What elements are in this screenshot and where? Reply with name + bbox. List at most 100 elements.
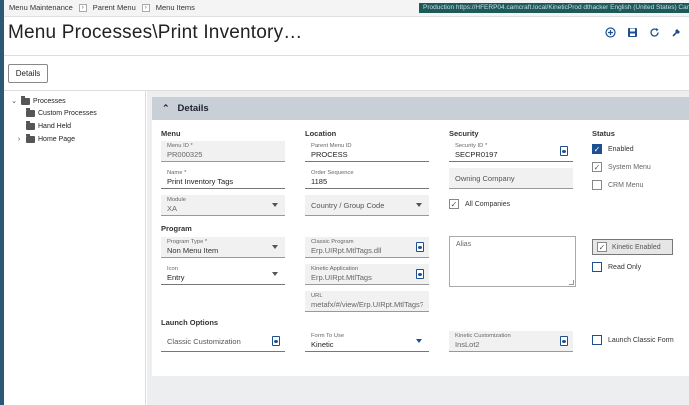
classic-customization-field[interactable]: Classic Customization — [161, 331, 285, 352]
chevron-down-icon[interactable] — [272, 245, 278, 249]
breadcrumb-item-menu-items[interactable]: Menu Items — [156, 3, 195, 12]
checkmark-icon[interactable]: ✓ — [449, 199, 459, 209]
parent-menu-id-field[interactable]: Parent Menu ID PROCESS — [305, 141, 429, 162]
menu-tree: ⌄ Processes Custom Processes Hand Held ›… — [4, 91, 146, 405]
breadcrumb-item-parent-menu[interactable]: Parent Menu — [93, 3, 136, 12]
save-icon[interactable] — [626, 26, 639, 39]
name-field[interactable]: Name * Print Inventory Tags — [161, 168, 285, 189]
section-status: Status — [592, 129, 615, 138]
checkbox-label: Read Only — [608, 263, 642, 271]
section-security: Security — [449, 129, 479, 138]
field-label: Kinetic Customization — [455, 333, 511, 339]
tree-node-custom-processes[interactable]: Custom Processes — [26, 108, 97, 117]
field-value: metafx/#/view/Erp.UIRpt.MtlTags?la... — [311, 300, 423, 309]
breadcrumb-item-menu-maintenance[interactable]: Menu Maintenance — [9, 3, 73, 12]
add-icon[interactable] — [604, 26, 617, 39]
kinetic-enabled-checkbox[interactable]: ✓ Kinetic Enabled — [592, 239, 673, 255]
tree-node-processes[interactable]: ⌄ Processes — [10, 95, 66, 105]
checkmark-icon[interactable]: ✓ — [597, 242, 607, 252]
lookup-icon[interactable] — [560, 146, 568, 156]
owning-company-field: Owning Company — [449, 168, 573, 189]
clear-icon[interactable] — [670, 26, 683, 39]
header-divider — [4, 55, 689, 56]
field-label: Menu ID * — [167, 143, 193, 149]
lookup-icon[interactable] — [416, 269, 424, 279]
field-value[interactable]: Print Inventory Tags — [167, 177, 279, 187]
launch-classic-form-checkbox[interactable]: Launch Classic Form — [592, 335, 674, 345]
details-card: Menu Location Security Status Menu ID * … — [152, 120, 689, 376]
page-title: Menu Processes\Print Inventory… — [8, 22, 303, 43]
tree-node-label: Home Page — [38, 136, 75, 143]
tree-node-hand-held[interactable]: Hand Held — [26, 121, 72, 130]
details-panel: ⌃ Details Menu Location Security Status … — [147, 91, 689, 405]
enabled-checkbox[interactable]: ✓ Enabled — [592, 144, 634, 154]
checkbox-label: Enabled — [608, 145, 634, 153]
icon-select[interactable]: Icon Entry — [161, 264, 285, 285]
section-location: Location — [305, 129, 337, 138]
field-value: Erp.UIRpt.MtlTags.dll — [311, 246, 382, 255]
field-label: Module — [167, 197, 187, 203]
field-value: XA — [167, 204, 178, 213]
details-panel-header[interactable]: ⌃ Details — [152, 97, 689, 120]
chevron-right-icon[interactable]: › — [15, 136, 23, 143]
field-value: InsLot2 — [455, 340, 480, 349]
kinetic-application-field: Kinetic Application Erp.UIRpt.MtlTags — [305, 264, 429, 285]
checkmark-icon[interactable]: ✓ — [592, 162, 602, 172]
url-field: URL metafx/#/view/Erp.UIRpt.MtlTags?la..… — [305, 291, 429, 312]
chevron-down-icon[interactable] — [272, 272, 278, 276]
checkbox-box[interactable] — [592, 335, 602, 345]
refresh-icon[interactable] — [648, 26, 661, 39]
country-group-code-select[interactable]: Country / Group Code — [305, 195, 429, 216]
kinetic-customization-field: Kinetic Customization InsLot2 — [449, 331, 573, 352]
tree-node-label: Hand Held — [38, 123, 72, 130]
field-placeholder: Country / Group Code — [311, 201, 385, 210]
module-select[interactable]: Module XA — [161, 195, 285, 216]
field-value[interactable]: Entry — [167, 273, 279, 283]
order-sequence-field[interactable]: Order Sequence 1185 — [305, 168, 429, 189]
system-menu-checkbox[interactable]: ✓ System Menu — [592, 162, 651, 172]
field-value[interactable]: SECPR0197 — [455, 150, 567, 160]
tree-node-home-page[interactable]: › Home Page — [15, 134, 75, 143]
form-to-use-select[interactable]: Form To Use Kinetic — [305, 331, 429, 352]
checkbox-box[interactable] — [592, 180, 602, 190]
field-value: Erp.UIRpt.MtlTags — [311, 273, 372, 282]
crm-menu-checkbox[interactable]: CRM Menu — [592, 180, 643, 190]
field-value[interactable]: PROCESS — [311, 150, 423, 160]
lookup-icon[interactable] — [416, 242, 424, 252]
resize-handle-icon[interactable] — [569, 280, 574, 285]
header-actions — [604, 26, 683, 39]
details-button[interactable]: Details — [8, 64, 48, 83]
tree-node-label: Processes — [33, 97, 66, 105]
checkbox-box[interactable] — [592, 262, 602, 272]
folder-icon — [26, 134, 35, 143]
menu-id-field: Menu ID * PR000325 — [161, 141, 285, 162]
chevron-down-icon[interactable]: ⌄ — [10, 97, 18, 105]
chevron-down-icon[interactable] — [272, 203, 278, 207]
chevron-up-icon[interactable]: ⌃ — [162, 103, 170, 114]
chevron-down-icon[interactable] — [416, 203, 422, 207]
chevron-down-icon[interactable] — [416, 339, 422, 343]
folder-icon — [21, 95, 30, 105]
program-type-select[interactable]: Program Type * Non Menu Item — [161, 237, 285, 258]
tree-node-label: Custom Processes — [38, 110, 97, 117]
alias-textarea[interactable]: Alias — [449, 236, 576, 287]
security-id-field[interactable]: Security ID * SECPR0197 — [449, 141, 573, 162]
chevron-right-icon: › — [141, 3, 150, 12]
field-value[interactable]: Kinetic — [311, 340, 423, 350]
field-label: Classic Program — [311, 239, 354, 245]
lookup-icon[interactable] — [560, 336, 568, 346]
checkbox-label: Launch Classic Form — [608, 336, 674, 344]
checkmark-icon[interactable]: ✓ — [592, 144, 602, 154]
field-label: Kinetic Application — [311, 266, 359, 272]
folder-icon — [26, 108, 35, 117]
field-label: Form To Use — [311, 333, 345, 339]
checkbox-label: Kinetic Enabled — [612, 243, 661, 251]
checkbox-label: CRM Menu — [608, 181, 644, 189]
read-only-checkbox[interactable]: Read Only — [592, 262, 641, 272]
field-label: Order Sequence — [311, 170, 354, 176]
checkbox-label: All Companies — [465, 200, 511, 208]
section-menu: Menu — [161, 129, 181, 138]
field-value[interactable]: 1185 — [311, 177, 423, 187]
all-companies-checkbox[interactable]: ✓ All Companies — [449, 199, 510, 209]
lookup-icon[interactable] — [272, 336, 280, 346]
